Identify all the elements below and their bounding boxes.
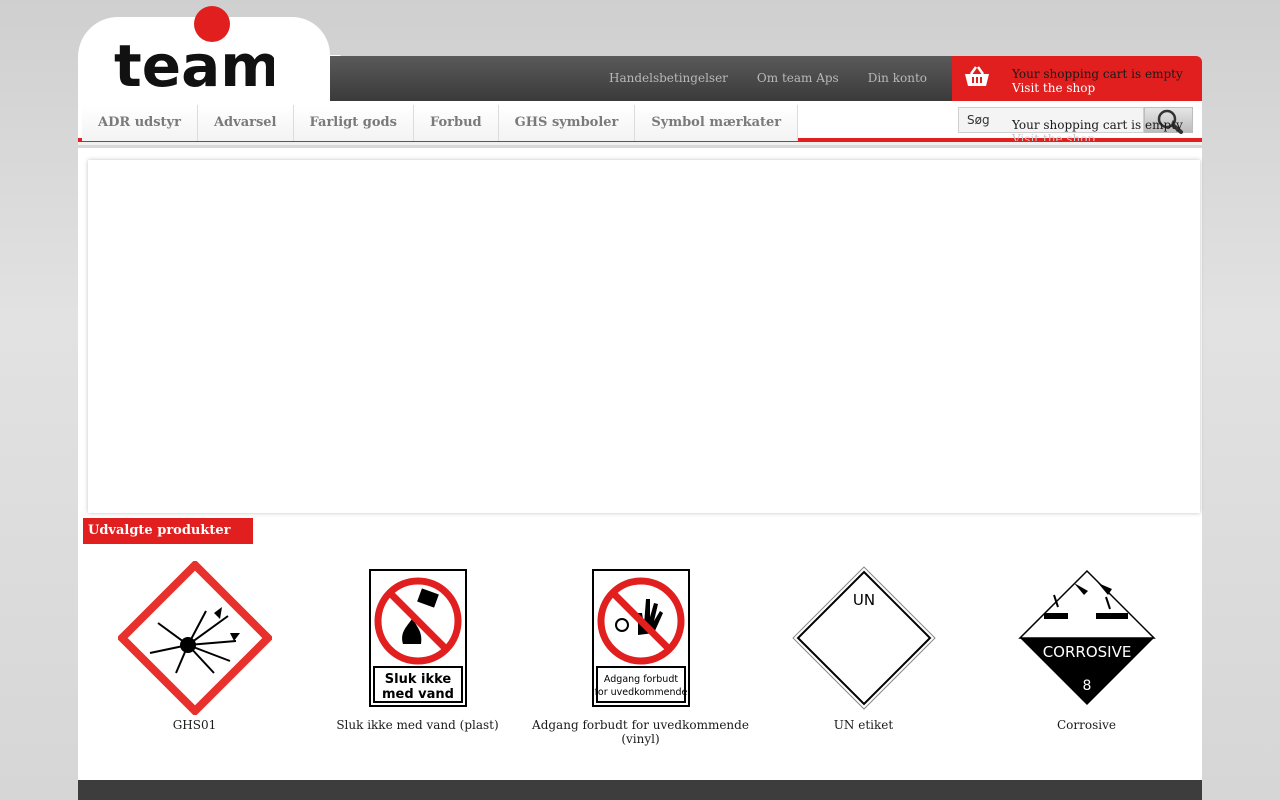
basket-icon[interactable] (964, 66, 990, 88)
team-logo[interactable]: team (114, 4, 274, 88)
no-water-extinguish-icon: Sluk ikke med vand (368, 569, 467, 707)
nav-item-forbud[interactable]: Forbud (413, 105, 499, 141)
svg-text:CORROSIVE: CORROSIVE (1042, 643, 1131, 661)
cart-dropdown-status: Your shopping cart is empty (1012, 118, 1183, 132)
svg-text:Adgang forbudt: Adgang forbudt (603, 674, 677, 685)
section-title: Udvalgte produkter (83, 518, 253, 544)
cart-box: Your shopping cart is empty Visit the sh… (952, 56, 1202, 101)
banner-slider[interactable] (88, 160, 1200, 513)
svg-text:med vand: med vand (381, 687, 453, 702)
product-card[interactable]: GHS01 (83, 560, 306, 746)
product-list: GHS01 Sluk ikke med vand Sluk ikke med v… (83, 560, 1198, 746)
link-om-team[interactable]: Om team Aps (757, 71, 839, 85)
nav-item-advarsel[interactable]: Advarsel (197, 105, 294, 141)
logo-text: team (114, 32, 274, 88)
cart-dropdown-link[interactable]: Visit the shop (1012, 132, 1183, 141)
nav-items: ADR udstyr Advarsel Farligt gods Forbud … (82, 105, 799, 141)
nav-item-adr-udstyr[interactable]: ADR udstyr (82, 105, 198, 141)
cart-dropdown: Your shopping cart is empty Visit the sh… (1012, 118, 1183, 141)
ghs01-explosive-icon (117, 561, 272, 715)
nav-item-farligt-gods[interactable]: Farligt gods (293, 105, 414, 141)
cart-summary: Your shopping cart is empty Visit the sh… (1012, 67, 1183, 95)
top-links: Handelsbetingelser Om team Aps Din konto (609, 71, 927, 85)
un-label-icon: UN (791, 566, 936, 710)
svg-text:8: 8 (1082, 678, 1091, 694)
product-card[interactable]: UN UN etiket (752, 560, 975, 746)
page-wrapper: team Handelsbetingelser Om team Aps Din … (78, 0, 1202, 800)
product-name[interactable]: UN etiket (752, 718, 975, 732)
product-name[interactable]: GHS01 (83, 718, 306, 732)
corrosive-class8-icon: CORROSIVE 8 (1015, 567, 1158, 709)
svg-text:Sluk ikke: Sluk ikke (384, 672, 451, 687)
footer-bar (78, 780, 1202, 800)
nav-item-ghs-symboler[interactable]: GHS symboler (498, 105, 636, 141)
main-content: Udvalgte produkter GHS01 Sluk ikke med v… (78, 148, 1202, 780)
product-name[interactable]: Adgang forbudt for uvedkommende (vinyl) (529, 718, 752, 746)
svg-text:for uvedkommende: for uvedkommende (594, 687, 687, 698)
product-name[interactable]: Corrosive (975, 718, 1198, 732)
nav-item-symbol-maerkater[interactable]: Symbol mærkater (635, 105, 799, 141)
svg-text:UN: UN (852, 591, 874, 609)
product-card[interactable]: Adgang forbudt for uvedkommende Adgang f… (529, 560, 752, 746)
product-name[interactable]: Sluk ikke med vand (plast) (306, 718, 529, 732)
link-din-konto[interactable]: Din konto (868, 71, 927, 85)
top-bar: Handelsbetingelser Om team Aps Din konto (330, 56, 952, 101)
no-unauthorized-access-icon: Adgang forbudt for uvedkommende (591, 569, 690, 707)
visit-shop-link[interactable]: Visit the shop (1012, 81, 1183, 95)
product-card[interactable]: CORROSIVE 8 Corrosive (975, 560, 1198, 746)
link-handelsbetingelser[interactable]: Handelsbetingelser (609, 71, 728, 85)
product-card[interactable]: Sluk ikke med vand Sluk ikke med vand (p… (306, 560, 529, 746)
cart-status: Your shopping cart is empty (1012, 67, 1183, 81)
